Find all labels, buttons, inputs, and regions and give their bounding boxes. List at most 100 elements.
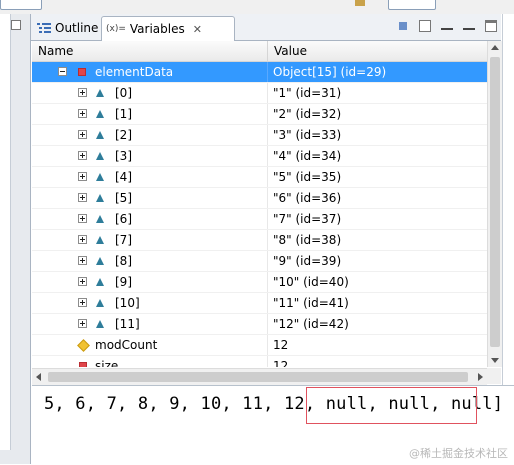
- triangle-icon: [96, 299, 104, 307]
- table-row[interactable]: [5] "6" (id=36): [32, 188, 487, 209]
- variable-name: [9]: [115, 275, 132, 289]
- variable-name: [1]: [115, 107, 132, 121]
- right-edge-panel: [502, 14, 514, 385]
- table-row[interactable]: [0] "1" (id=31): [32, 83, 487, 104]
- table-body: elementData Object[15] (id=29) [0] "1" (i…: [32, 62, 487, 367]
- detail-pane[interactable]: 5, 6, 7, 8, 9, 10, 11, 12, null, null, n…: [32, 385, 514, 465]
- variable-value: "7" (id=37): [273, 212, 342, 226]
- editor-toolbar-strip: [0, 0, 514, 14]
- scrollbar-corner: [487, 368, 501, 384]
- expand-icon[interactable]: [78, 298, 87, 307]
- variable-value: "6" (id=36): [273, 191, 342, 205]
- highlight-box: [306, 387, 477, 424]
- close-icon[interactable]: ✕: [193, 23, 202, 36]
- red-square-icon: [79, 362, 87, 367]
- expand-icon[interactable]: [78, 214, 87, 223]
- variable-name: elementData: [95, 65, 174, 79]
- variable-name: [3]: [115, 149, 132, 163]
- expand-icon[interactable]: [78, 88, 87, 97]
- triangle-icon: [96, 173, 104, 181]
- variable-value: "11" (id=41): [273, 296, 349, 310]
- expand-icon[interactable]: [78, 277, 87, 286]
- expand-icon[interactable]: [78, 130, 87, 139]
- table-row[interactable]: [10] "11" (id=41): [32, 293, 487, 314]
- variables-table: Name Value elementData Object[15] (id=29…: [32, 41, 501, 367]
- left-panel-content: [0, 14, 11, 450]
- column-header-value[interactable]: Value: [268, 41, 487, 61]
- left-panel: [0, 14, 31, 464]
- tab-variables-label: Variables: [129, 22, 185, 36]
- triangle-icon: [96, 320, 104, 328]
- table-row[interactable]: modCount 12: [32, 335, 487, 356]
- collapse-icon[interactable]: [58, 67, 67, 76]
- variable-value: 12: [273, 359, 289, 367]
- table-row[interactable]: size 12: [32, 356, 487, 367]
- horizontal-scrollbar[interactable]: [32, 368, 487, 385]
- table-row[interactable]: [6] "7" (id=37): [32, 209, 487, 230]
- toolbar-field-right[interactable]: [388, 0, 436, 10]
- tab-variables[interactable]: (x)= Variables ✕: [101, 16, 235, 41]
- triangle-icon: [96, 89, 104, 97]
- red-square-icon: [78, 68, 86, 76]
- variable-name: [8]: [115, 254, 132, 268]
- table-row[interactable]: [11] "12" (id=42): [32, 314, 487, 335]
- expand-icon[interactable]: [78, 319, 87, 328]
- variable-name: [5]: [115, 191, 132, 205]
- show-type-names-icon[interactable]: [397, 20, 409, 32]
- variable-name: [10]: [115, 296, 140, 310]
- scroll-right-icon[interactable]: [473, 370, 487, 384]
- watermark: @稀土掘金技术社区: [409, 447, 508, 460]
- expand-icon[interactable]: [78, 256, 87, 265]
- variable-name: [6]: [115, 212, 132, 226]
- minimize-icon[interactable]: [11, 20, 21, 30]
- table-row[interactable]: [2] "3" (id=33): [32, 125, 487, 146]
- toolbar-icon[interactable]: [355, 0, 365, 6]
- variable-name: modCount: [95, 338, 158, 352]
- scroll-up-icon[interactable]: [488, 41, 502, 55]
- table-row[interactable]: [4] "5" (id=35): [32, 167, 487, 188]
- table-row[interactable]: [1] "2" (id=32): [32, 104, 487, 125]
- variable-value: "12" (id=42): [273, 317, 349, 331]
- tab-outline[interactable]: Outline: [33, 16, 105, 40]
- table-row-elementdata[interactable]: elementData Object[15] (id=29): [32, 62, 487, 83]
- vertical-scroll-thumb[interactable]: [490, 57, 500, 347]
- vertical-scrollbar[interactable]: [487, 41, 502, 367]
- view-tab-bar: Outline (x)= Variables ✕: [31, 14, 501, 41]
- expand-icon[interactable]: [78, 172, 87, 181]
- variable-value: "2" (id=32): [273, 107, 342, 121]
- yellow-diamond-icon: [77, 339, 90, 352]
- triangle-icon: [96, 194, 104, 202]
- triangle-icon: [96, 278, 104, 286]
- variables-icon: (x)=: [106, 24, 126, 34]
- column-header-name[interactable]: Name: [32, 41, 268, 61]
- expand-icon[interactable]: [78, 109, 87, 118]
- scroll-down-icon[interactable]: [488, 353, 502, 367]
- scroll-left-icon[interactable]: [32, 370, 46, 384]
- table-row[interactable]: [9] "10" (id=40): [32, 272, 487, 293]
- horizontal-scroll-thumb[interactable]: [48, 372, 468, 382]
- variable-value: "10" (id=40): [273, 275, 349, 289]
- expand-icon[interactable]: [78, 151, 87, 160]
- variable-value: "9" (id=39): [273, 254, 342, 268]
- variable-name: size: [95, 359, 119, 367]
- variable-value: "8" (id=38): [273, 233, 342, 247]
- expand-icon[interactable]: [78, 235, 87, 244]
- outline-icon: [37, 22, 51, 34]
- variable-value: "4" (id=34): [273, 149, 342, 163]
- minimize-view-icon[interactable]: [463, 20, 475, 30]
- view-menu-icon[interactable]: [441, 20, 453, 30]
- table-row[interactable]: [3] "4" (id=34): [32, 146, 487, 167]
- variable-name: [11]: [115, 317, 140, 331]
- triangle-icon: [96, 152, 104, 160]
- table-row[interactable]: [8] "9" (id=39): [32, 251, 487, 272]
- tab-outline-label: Outline: [55, 21, 99, 35]
- toolbar-field-left[interactable]: [0, 0, 42, 10]
- collapse-all-icon[interactable]: [419, 20, 431, 32]
- table-row[interactable]: [7] "8" (id=38): [32, 230, 487, 251]
- variable-name: [0]: [115, 86, 132, 100]
- maximize-view-icon[interactable]: [485, 20, 497, 32]
- triangle-icon: [96, 236, 104, 244]
- expand-icon[interactable]: [78, 193, 87, 202]
- triangle-icon: [96, 110, 104, 118]
- table-header: Name Value: [32, 41, 487, 62]
